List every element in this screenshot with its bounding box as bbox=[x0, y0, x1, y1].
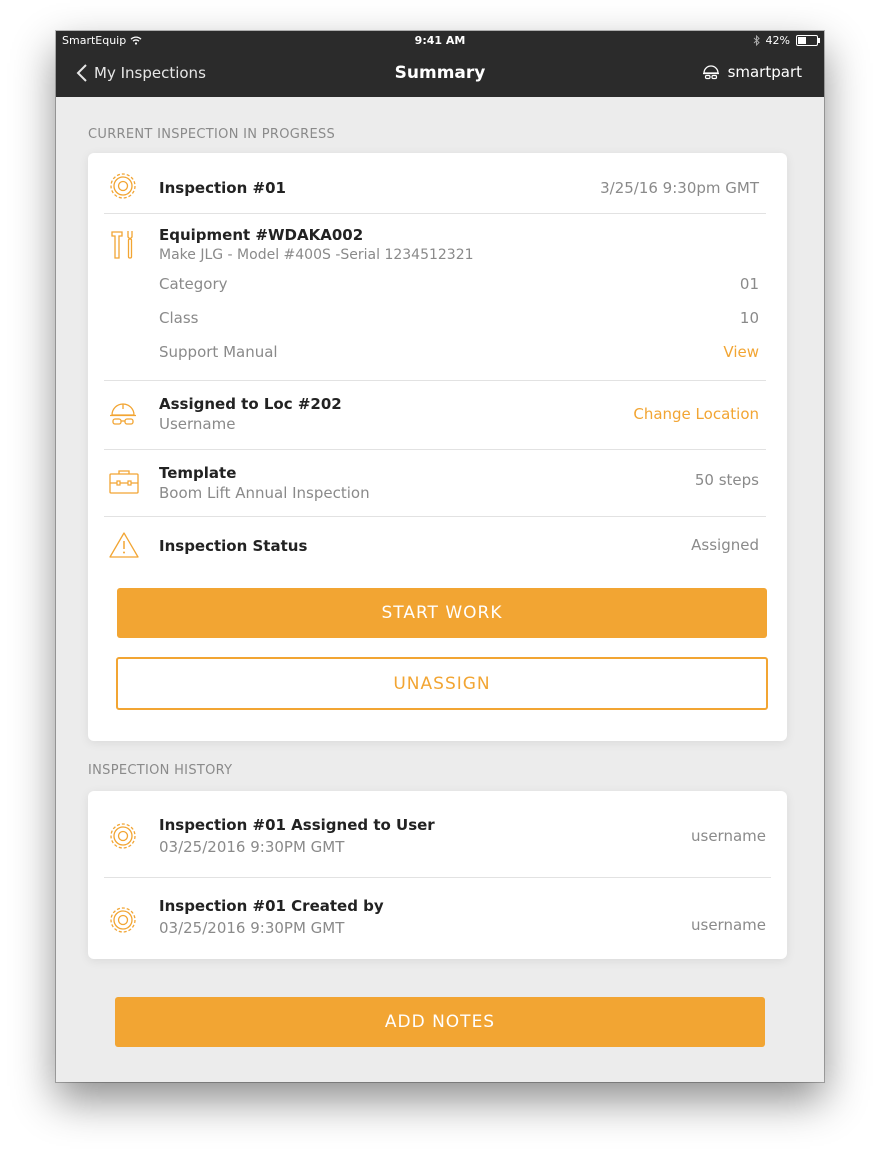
current-inspection-card: Inspection #01 3/25/16 9:30pm GMT Equipm… bbox=[88, 153, 787, 741]
template-row: Template Boom Lift Annual Inspection 50 … bbox=[88, 450, 787, 516]
equipment-subtitle: Make JLG - Model #400S -Serial 123451232… bbox=[159, 247, 474, 263]
history-item-title: Inspection #01 Created by bbox=[159, 897, 384, 915]
history-item-datetime: 03/25/2016 9:30PM GMT bbox=[159, 919, 345, 937]
bluetooth-icon bbox=[753, 35, 760, 46]
navigation-bar: My Inspections Summary smartpart bbox=[56, 51, 824, 97]
template-steps: 50 steps bbox=[694, 471, 759, 489]
start-work-button[interactable]: START WORK bbox=[117, 588, 767, 638]
inspection-datetime: 3/25/16 9:30pm GMT bbox=[600, 179, 759, 197]
current-section-label: CURRENT INSPECTION IN PROGRESS bbox=[88, 127, 336, 142]
tools-icon bbox=[111, 231, 133, 259]
assigned-username: Username bbox=[159, 415, 236, 433]
gear-icon bbox=[110, 823, 136, 849]
battery-fill bbox=[798, 37, 806, 44]
ipad-screen: SmartEquip 9:41 AM 42% My Inspections Su… bbox=[56, 31, 824, 1082]
history-item-datetime: 03/25/2016 9:30PM GMT bbox=[159, 838, 345, 856]
gear-icon bbox=[110, 173, 136, 199]
template-title: Template bbox=[159, 464, 237, 482]
status-bar: SmartEquip 9:41 AM 42% bbox=[56, 31, 824, 51]
brand-logo: smartpart bbox=[702, 63, 802, 81]
assigned-row: Assigned to Loc #202 Username Change Loc… bbox=[88, 381, 787, 449]
history-item-user: username bbox=[691, 827, 766, 845]
status-value: Assigned bbox=[691, 536, 759, 554]
status-title: Inspection Status bbox=[159, 537, 308, 555]
battery-icon bbox=[796, 35, 820, 46]
support-manual-label: Support Manual bbox=[159, 343, 278, 361]
status-row: Inspection Status Assigned bbox=[88, 517, 787, 577]
view-manual-link[interactable]: View bbox=[723, 343, 759, 361]
add-notes-button[interactable]: ADD NOTES bbox=[115, 997, 765, 1047]
class-value: 10 bbox=[739, 309, 759, 327]
worker-helmet-icon bbox=[110, 403, 136, 425]
class-label: Class bbox=[159, 309, 199, 327]
unassign-button[interactable]: UNASSIGN bbox=[116, 657, 768, 710]
history-item: Inspection #01 Created by 03/25/2016 9:3… bbox=[88, 878, 787, 959]
inspection-row: Inspection #01 3/25/16 9:30pm GMT bbox=[88, 153, 787, 213]
briefcase-icon bbox=[109, 470, 139, 494]
status-right: 42% bbox=[753, 34, 820, 47]
category-value: 01 bbox=[739, 275, 759, 293]
inspection-title: Inspection #01 bbox=[159, 179, 286, 197]
hardhat-icon bbox=[702, 65, 719, 80]
history-section-label: INSPECTION HISTORY bbox=[88, 763, 233, 778]
history-item-user: username bbox=[691, 916, 766, 934]
history-card: Inspection #01 Assigned to User 03/25/20… bbox=[88, 791, 787, 959]
category-label: Category bbox=[159, 275, 228, 293]
equipment-row: Equipment #WDAKA002 Make JLG - Model #40… bbox=[88, 214, 787, 380]
status-time: 9:41 AM bbox=[414, 34, 466, 47]
history-item: Inspection #01 Assigned to User 03/25/20… bbox=[88, 791, 787, 877]
brand-name: smartpart bbox=[727, 63, 802, 81]
warning-icon bbox=[109, 532, 139, 558]
equipment-title: Equipment #WDAKA002 bbox=[159, 226, 364, 244]
gear-icon bbox=[110, 907, 136, 933]
template-name: Boom Lift Annual Inspection bbox=[159, 484, 370, 502]
battery-percent: 42% bbox=[765, 34, 790, 47]
assigned-title: Assigned to Loc #202 bbox=[159, 395, 342, 413]
change-location-link[interactable]: Change Location bbox=[633, 405, 759, 423]
history-item-title: Inspection #01 Assigned to User bbox=[159, 816, 435, 834]
